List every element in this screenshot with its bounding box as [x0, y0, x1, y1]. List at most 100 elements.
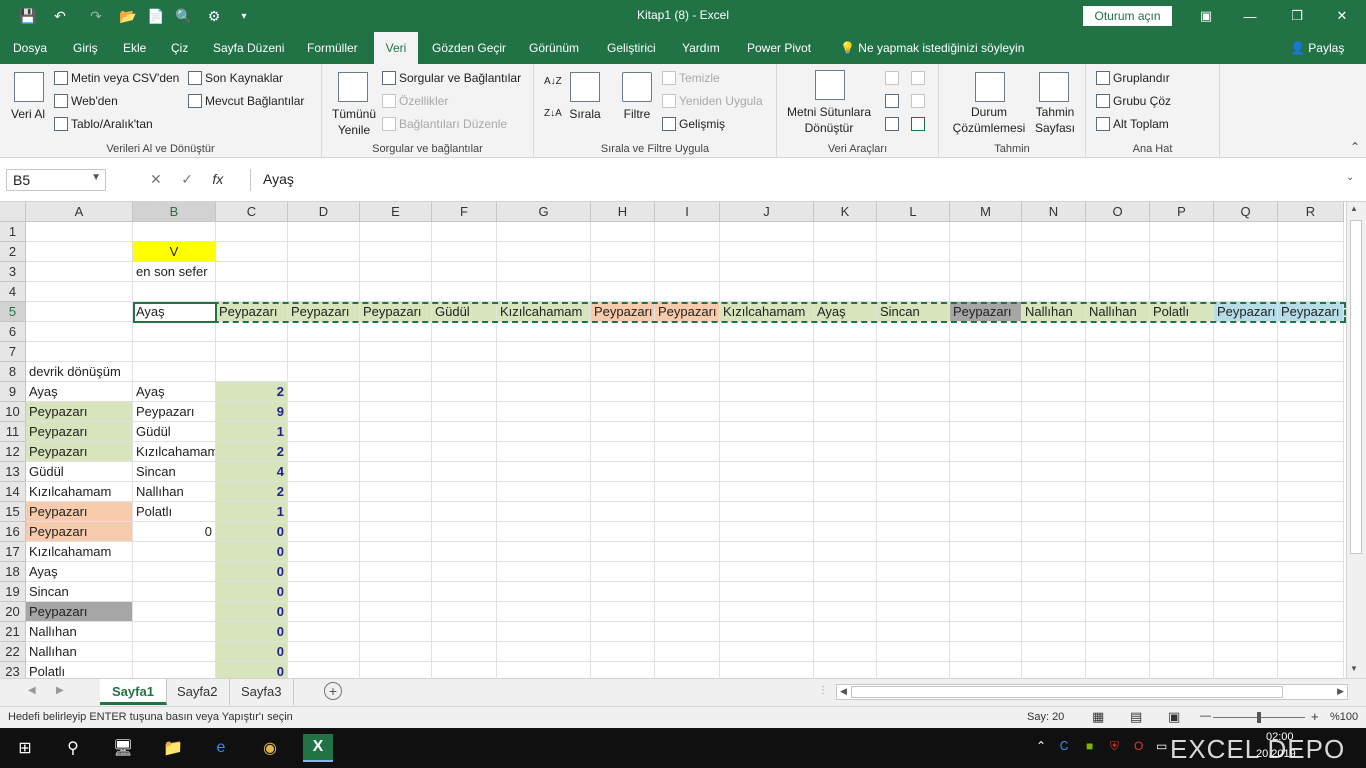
grid-cell[interactable] — [1150, 662, 1214, 678]
existing-connections-button[interactable]: Mevcut Bağlantılar — [188, 94, 304, 108]
grid-cell[interactable] — [655, 342, 720, 362]
grid-cell[interactable] — [1086, 602, 1150, 622]
grid-cell[interactable] — [1150, 422, 1214, 442]
h-scroll-thumb[interactable] — [851, 686, 1283, 698]
grid-cell[interactable] — [216, 322, 288, 342]
column-header-d[interactable]: D — [288, 202, 360, 222]
grid-cell[interactable] — [655, 562, 720, 582]
prev-sheet-icon[interactable]: ◀ — [28, 685, 36, 696]
zoom-out-icon[interactable]: — — [1200, 710, 1211, 722]
grid-cell[interactable] — [432, 222, 497, 242]
grid-cell[interactable] — [497, 322, 591, 342]
grid-cell[interactable] — [26, 342, 133, 362]
grid-cell[interactable] — [1022, 242, 1086, 262]
grid-cell[interactable] — [591, 602, 655, 622]
column-header-e[interactable]: E — [360, 202, 432, 222]
grid-cell[interactable] — [133, 282, 216, 302]
cell-c14[interactable]: 2 — [216, 482, 288, 502]
grid-cell[interactable] — [591, 622, 655, 642]
grid-cell[interactable] — [497, 662, 591, 678]
grid-cell[interactable] — [591, 362, 655, 382]
grid-cell[interactable] — [133, 342, 216, 362]
grid-cell[interactable] — [26, 302, 133, 322]
grid-cell[interactable] — [360, 362, 432, 382]
grid-cell[interactable] — [26, 262, 133, 282]
grid-cell[interactable] — [591, 502, 655, 522]
row-header-4[interactable]: 4 — [0, 282, 26, 302]
sheet-tab-sayfa3[interactable]: Sayfa3 — [229, 679, 295, 705]
grid-cell[interactable] — [288, 462, 360, 482]
scroll-thumb[interactable] — [1350, 220, 1362, 554]
grid-cell[interactable] — [1150, 622, 1214, 642]
grid-cell[interactable] — [655, 422, 720, 442]
grid-cell[interactable] — [655, 242, 720, 262]
zoom-level[interactable]: %100 — [1330, 711, 1358, 723]
grid-cell[interactable] — [1278, 342, 1344, 362]
grid-cell[interactable] — [497, 582, 591, 602]
battery-icon[interactable]: ▭ — [1156, 739, 1167, 753]
cell-a14[interactable]: Kızılcahamam — [26, 482, 133, 502]
grid-cell[interactable] — [432, 622, 497, 642]
grid-cell[interactable] — [877, 502, 950, 522]
grid-cell[interactable] — [1278, 542, 1344, 562]
grid-cell[interactable] — [655, 482, 720, 502]
grid-cell[interactable] — [1022, 482, 1086, 502]
security-icon[interactable]: ⛨ — [1110, 739, 1119, 754]
cell-c9[interactable]: 2 — [216, 382, 288, 402]
grid-cell[interactable] — [814, 342, 877, 362]
advanced-button[interactable]: Gelişmiş — [662, 117, 725, 131]
grid-cell[interactable] — [720, 502, 814, 522]
grid-cell[interactable] — [814, 422, 877, 442]
grid-cell[interactable] — [432, 262, 497, 282]
grid-cell[interactable] — [1086, 282, 1150, 302]
grid-cell[interactable] — [497, 502, 591, 522]
cell-i5[interactable]: Peypazarı — [655, 302, 720, 322]
grid-cell[interactable] — [1150, 282, 1214, 302]
cell-j5[interactable]: Kızılcahamam — [720, 302, 814, 322]
grid-cell[interactable] — [26, 242, 133, 262]
grid-cell[interactable] — [877, 482, 950, 502]
grid-cell[interactable] — [591, 442, 655, 462]
cell-c12[interactable]: 2 — [216, 442, 288, 462]
grid-cell[interactable] — [950, 602, 1022, 622]
row-header-8[interactable]: 8 — [0, 362, 26, 382]
grid-cell[interactable] — [360, 342, 432, 362]
grid-cell[interactable] — [720, 362, 814, 382]
grid-cell[interactable] — [1278, 462, 1344, 482]
grid-cell[interactable] — [950, 242, 1022, 262]
grid-cell[interactable] — [814, 322, 877, 342]
tab-veri[interactable]: Veri — [374, 32, 418, 64]
worksheet-grid[interactable]: ABCDEFGHIJKLMNOPQR 1 2 3 4 5 6 7 8 9 10 11 12 13 14 15… — [0, 202, 1366, 678]
grid-cell[interactable] — [1214, 402, 1278, 422]
row-header-23[interactable]: 23 — [0, 662, 26, 678]
grid-cell[interactable] — [814, 462, 877, 482]
cell-b9[interactable]: Ayaş — [133, 382, 216, 402]
grid-cell[interactable] — [814, 442, 877, 462]
grid-cell[interactable] — [1150, 402, 1214, 422]
grid-cell[interactable] — [288, 562, 360, 582]
share-button[interactable]: 👤 Paylaş — [1290, 32, 1344, 64]
cell-c21[interactable]: 0 — [216, 622, 288, 642]
grid-cell[interactable] — [720, 442, 814, 462]
grid-cell[interactable] — [720, 422, 814, 442]
grid-cell[interactable] — [432, 442, 497, 462]
search-icon[interactable]: ⚲ — [58, 734, 88, 762]
grid-cell[interactable] — [360, 622, 432, 642]
grid-cell[interactable] — [877, 422, 950, 442]
grid-cell[interactable] — [814, 622, 877, 642]
cell-c20[interactable]: 0 — [216, 602, 288, 622]
get-data-button[interactable]: Veri Al — [10, 106, 46, 122]
grid-cell[interactable] — [288, 402, 360, 422]
grid-cell[interactable] — [1214, 542, 1278, 562]
tell-me-box[interactable]: 💡 Ne yapmak istediğinizi söyleyin — [840, 32, 1024, 64]
grid-cell[interactable] — [497, 622, 591, 642]
grid-cell[interactable] — [288, 382, 360, 402]
windows-start-icon[interactable]: ⊞ — [10, 734, 40, 762]
grid-cell[interactable] — [26, 282, 133, 302]
row-header-16[interactable]: 16 — [0, 522, 26, 542]
grid-cell[interactable] — [877, 322, 950, 342]
cell-m5[interactable]: Peypazarı — [950, 302, 1022, 322]
grid-cell[interactable] — [288, 642, 360, 662]
what-if-button[interactable]: Durum Çözümlemesi — [949, 104, 1029, 136]
grid-cell[interactable] — [497, 262, 591, 282]
